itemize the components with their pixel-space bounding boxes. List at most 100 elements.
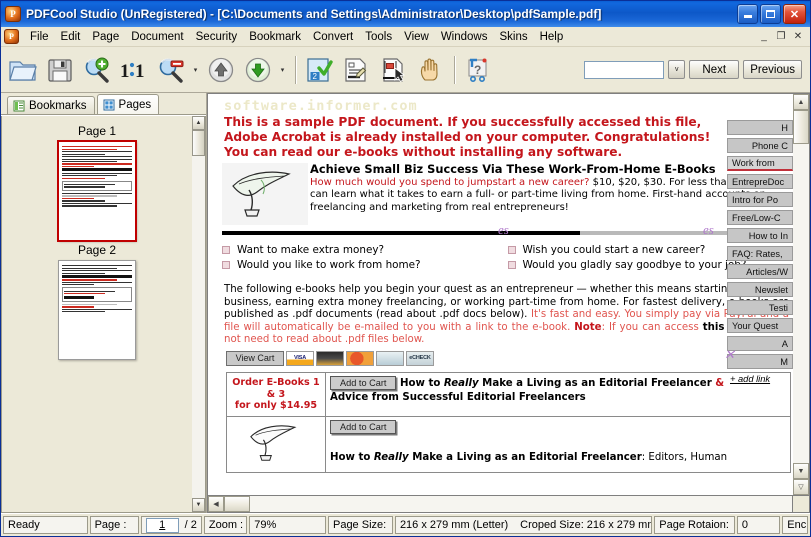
menu-convert[interactable]: Convert — [307, 29, 359, 45]
visa-logo-icon: VISA — [286, 350, 314, 366]
next-page-button[interactable] — [240, 52, 276, 88]
pdf-nav-item[interactable]: Free/Low-C — [727, 210, 793, 225]
scroll-left-button[interactable]: ◀ — [208, 496, 224, 512]
maximize-button[interactable] — [760, 4, 781, 24]
title-suffix: : Editors, Human — [641, 451, 728, 463]
zoom-in-button[interactable] — [79, 52, 115, 88]
thumbnail-page-2[interactable] — [58, 260, 136, 360]
previous-page-button[interactable] — [203, 52, 239, 88]
pdf-nav-item[interactable]: H — [727, 120, 793, 135]
document-vertical-scrollbar[interactable]: ▲ ▼ ▽ — [793, 93, 810, 496]
pdf-nav-item-current[interactable]: Work from — [727, 156, 793, 171]
vertical-scroll-track[interactable] — [793, 110, 809, 463]
paragraph-note-label: Note — [574, 321, 602, 333]
pdf-nav-item[interactable]: How to In — [727, 228, 793, 243]
add-link-label[interactable]: + add link — [727, 374, 793, 384]
annotation-mark: es — [703, 222, 714, 237]
navigation-dropdown-arrow[interactable]: ▾ — [277, 53, 288, 87]
thumbnail-list[interactable]: Page 1 Page 2 — [1, 116, 192, 513]
find-next-button[interactable]: Next — [689, 60, 740, 79]
pdf-nav-item[interactable]: A — [727, 336, 793, 351]
zoom-out-button[interactable] — [153, 52, 189, 88]
status-encryption: Enc — [782, 516, 808, 534]
open-button[interactable] — [5, 52, 41, 88]
status-page-field: 1 / 2 — [140, 516, 202, 534]
status-rotation-value[interactable]: 0 — [736, 516, 781, 534]
view-cart-button[interactable]: View Cart — [226, 350, 284, 366]
thumbnail-scroll-down-button[interactable]: ▼ — [192, 498, 205, 512]
pdf-nav-item[interactable]: EntrepreDoc — [727, 174, 793, 189]
search-history-dropdown[interactable]: v — [668, 60, 686, 79]
tab-bookmarks[interactable]: Bookmarks — [7, 96, 95, 114]
promo-block: Achieve Small Biz Success Via These Work… — [222, 163, 793, 225]
thumbnail-page-1[interactable] — [57, 140, 137, 242]
document-horizontal-scrollbar[interactable]: ◀ — [207, 496, 793, 513]
title-italic: Really — [373, 451, 409, 463]
checkbox-icon — [507, 246, 516, 254]
minimize-button[interactable] — [737, 4, 758, 24]
discover-logo-icon — [376, 350, 404, 366]
menu-security[interactable]: Security — [190, 29, 244, 45]
document-row: software.informer.com This is a sample P… — [207, 93, 810, 496]
menu-document[interactable]: Document — [125, 29, 189, 45]
mdi-restore-button[interactable]: ❐ — [773, 30, 789, 44]
vertical-scroll-thumb[interactable] — [793, 110, 809, 144]
thumbnail-scroll-track[interactable] — [192, 156, 205, 498]
status-zoom-value[interactable]: 79% — [249, 516, 326, 534]
help-button[interactable]: ? — [460, 52, 496, 88]
menu-bookmark[interactable]: Bookmark — [243, 29, 307, 45]
thumbnail-scrollbar[interactable]: ▲ ▼ — [192, 116, 206, 513]
pdf-nav-item[interactable]: Intro for Po — [727, 192, 793, 207]
scroll-page-down-button[interactable]: ▽ — [793, 479, 809, 495]
menu-view[interactable]: View — [398, 29, 435, 45]
menu-edit[interactable]: Edit — [55, 29, 87, 45]
select-object-button[interactable] — [375, 52, 411, 88]
menu-help[interactable]: Help — [534, 29, 570, 45]
paragraph-this-link[interactable]: this — [703, 322, 725, 333]
amex-logo-icon — [316, 350, 344, 366]
document-area: software.informer.com This is a sample P… — [207, 93, 810, 513]
pdf-nav-item[interactable]: Articles/W — [727, 264, 793, 279]
zoom-dropdown-arrow[interactable]: ▾ — [190, 53, 201, 87]
pdf-nav-item[interactable]: Phone C — [727, 138, 793, 153]
horizontal-scroll-track[interactable] — [250, 496, 792, 512]
actual-size-button[interactable]: 1 1 — [116, 52, 152, 88]
menu-skins[interactable]: Skins — [493, 29, 533, 45]
page-properties-button[interactable]: 2 — [301, 52, 337, 88]
thumbnail-scroll-thumb[interactable] — [192, 130, 205, 156]
pdf-nav-item[interactable]: FAQ: Rates, — [727, 246, 793, 261]
pdf-nav-item[interactable]: Testi — [727, 300, 793, 315]
menu-page[interactable]: Page — [86, 29, 125, 45]
mdi-minimize-button[interactable]: _ — [756, 30, 772, 44]
add-to-cart-button[interactable]: Add to Cart — [330, 419, 397, 434]
horizontal-scroll-row: ◀ — [207, 496, 810, 513]
scroll-up-button[interactable]: ▲ — [793, 94, 809, 110]
scroll-down-button[interactable]: ▼ — [793, 463, 809, 479]
tab-pages[interactable]: Pages — [96, 94, 160, 114]
close-button[interactable]: ✕ — [783, 4, 806, 24]
pdf-nav-item[interactable]: M — [727, 354, 793, 369]
page-number-input[interactable]: 1 — [145, 517, 179, 533]
pdf-viewport[interactable]: software.informer.com This is a sample P… — [207, 93, 793, 496]
title-post: Make a Living as an Editorial Freelancer — [478, 377, 716, 389]
checkbox-icon — [222, 261, 230, 269]
menu-file[interactable]: File — [24, 29, 55, 45]
hand-tool-button[interactable] — [412, 52, 448, 88]
find-previous-button[interactable]: Previous — [743, 60, 802, 79]
horizontal-scroll-thumb[interactable] — [224, 496, 250, 512]
menu-bar: P File Edit Page Document Security Bookm… — [1, 27, 810, 47]
add-to-cart-button[interactable]: Add to Cart — [330, 375, 397, 390]
title-italic: Really — [443, 377, 479, 389]
mdi-close-button[interactable]: ✕ — [790, 30, 806, 44]
thumbnail-scroll-up-button[interactable]: ▲ — [192, 116, 205, 130]
menu-windows[interactable]: Windows — [435, 29, 494, 45]
status-bar: Ready Page : 1 / 2 Zoom : 79% Page Size:… — [1, 513, 810, 536]
edit-document-button[interactable] — [338, 52, 374, 88]
promo-body: How much would you spend to jumpstart a … — [310, 177, 793, 214]
pdf-nav-item[interactable]: Newslet — [727, 282, 793, 297]
order-detail-cell: Add to Cart How to Really Make a Living … — [326, 373, 790, 416]
search-input[interactable] — [584, 60, 665, 79]
menu-tools[interactable]: Tools — [359, 29, 398, 45]
save-button[interactable] — [42, 52, 78, 88]
pdf-nav-item[interactable]: Your Quest — [727, 318, 793, 333]
